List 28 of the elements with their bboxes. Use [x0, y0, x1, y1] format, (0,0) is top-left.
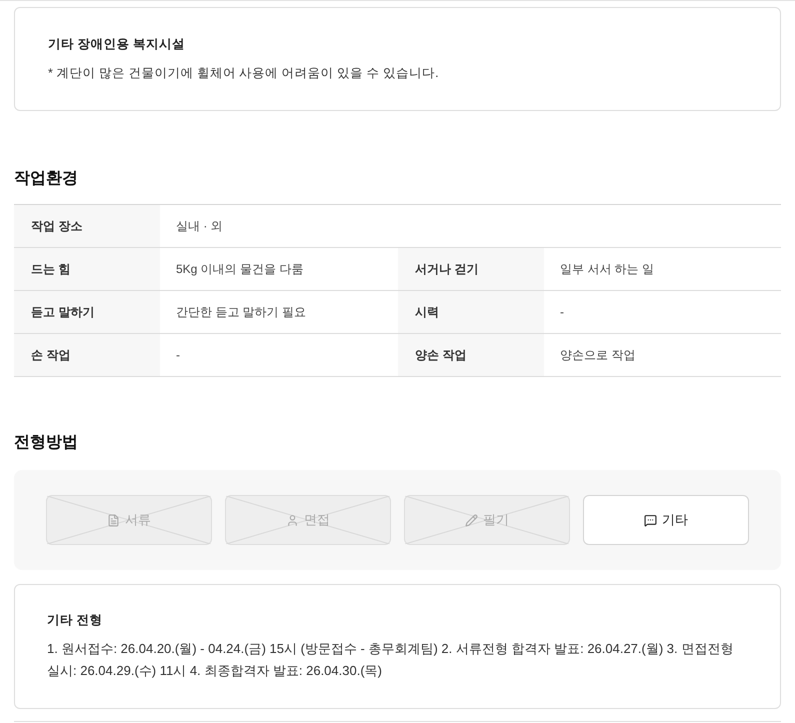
table-header-cell: 드는 힘: [14, 248, 160, 290]
card-note: * 계단이 많은 건물이기에 휠체어 사용에 어려움이 있을 수 있습니다.: [48, 65, 440, 82]
table-header-cell: 시력: [398, 291, 544, 333]
table-cell-text: -: [175, 347, 181, 364]
table-cell-text: -: [559, 304, 565, 321]
table-header-cell: 서거나 걷기: [398, 248, 544, 290]
table-header-cell: 듣고 말하기: [14, 291, 160, 333]
table-cell-text: 간단한 듣고 말하기 필요: [175, 304, 308, 321]
table-cell-text: 일부 서서 하는 일: [559, 261, 656, 278]
table-header-cell: 손 작업: [14, 334, 160, 376]
table-header-cell: 작업 장소: [14, 205, 160, 247]
detail-text: 1. 원서접수: 26.04.20.(월) - 04.24.(금) 15시 (방문접수 - 총무회계팀) 2. 서류전형 합격자 발표: 26.04.27.(월) 3. 면접전형 실시: 26.04.29.(수) 11시 4. 최종합격자 발표: 26.04.30.(목): [47, 640, 734, 680]
document-icon: [106, 514, 120, 526]
section-heading: 작업환경: [14, 169, 79, 189]
method-button[interactable]: 기타: [583, 495, 749, 545]
table-cell-text: 실내 · 외: [175, 218, 224, 235]
person-icon: [286, 514, 299, 526]
method-button[interactable]: 서류: [46, 495, 212, 545]
table-header-cell: 양손 작업: [398, 334, 544, 376]
pencil-icon: [465, 514, 478, 526]
section-heading: 전형방법: [14, 433, 79, 453]
card-title: 기타 전형: [47, 612, 104, 629]
card-title: 기타 장애인용 복지시설: [48, 36, 186, 53]
chat-bubble-icon: [644, 514, 658, 526]
method-button[interactable]: 면접: [225, 495, 391, 545]
table-cell-text: 5Kg 이내의 물건을 다룸: [175, 261, 304, 278]
method-button[interactable]: 필기: [404, 495, 570, 545]
table-cell-text: 양손으로 작업: [559, 347, 636, 364]
